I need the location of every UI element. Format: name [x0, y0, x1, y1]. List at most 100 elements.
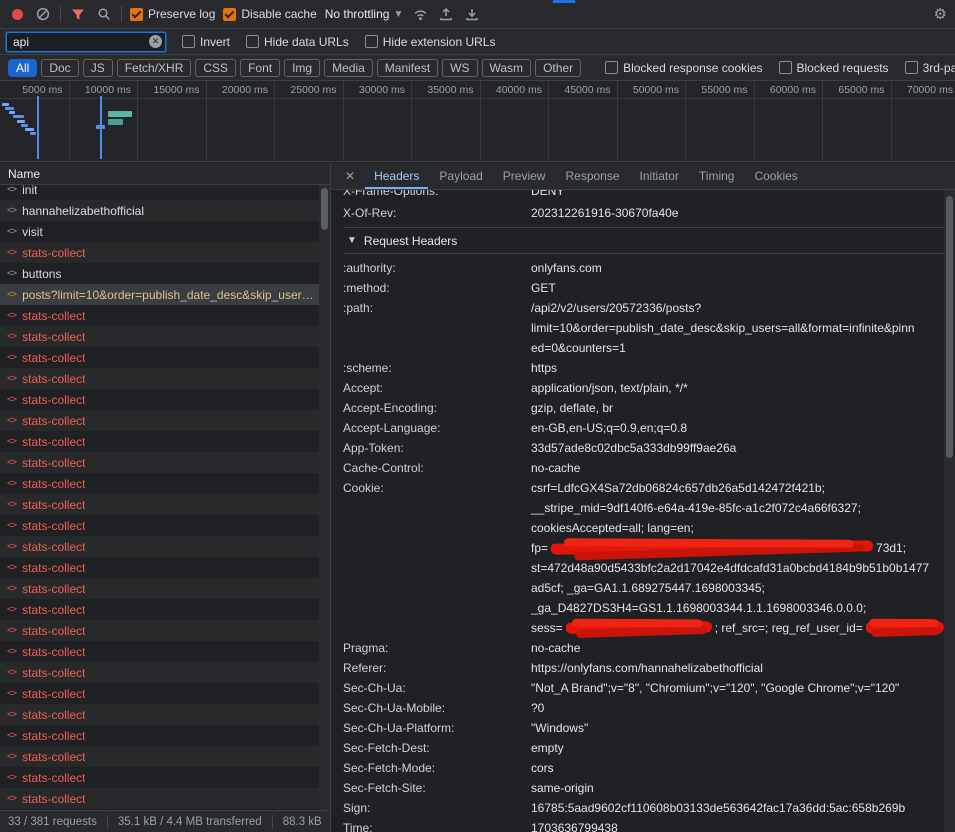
timeline-label: 20000 ms [204, 84, 268, 96]
type-filter-manifest[interactable]: Manifest [377, 59, 438, 77]
request-row[interactable]: <>stats-collect [0, 431, 330, 452]
search-button[interactable] [95, 5, 113, 23]
filter-input[interactable] [6, 32, 166, 52]
request-row[interactable]: <>stats-collect [0, 515, 330, 536]
details-scrollbar[interactable] [944, 190, 955, 832]
type-filter-all[interactable]: All [8, 59, 37, 77]
settings-gear-icon[interactable]: ⚙ [934, 7, 947, 22]
timeline-label: 30000 ms [341, 84, 405, 96]
preserve-log-checkbox[interactable]: Preserve log [130, 7, 215, 21]
header-row: Sec-Ch-Ua:"Not_A Brand";v="8", "Chromium… [343, 678, 944, 698]
type-filter-ws[interactable]: WS [442, 59, 477, 77]
request-row[interactable]: <>stats-collect [0, 704, 330, 725]
filter-toggle-button[interactable] [69, 5, 87, 23]
tab-cookies[interactable]: Cookies [745, 163, 806, 189]
type-filter-js[interactable]: JS [83, 59, 113, 77]
hide-data-urls-checkbox[interactable]: Hide data URLs [246, 35, 349, 49]
name-column-header[interactable]: Name [0, 163, 330, 185]
type-filter-wasm[interactable]: Wasm [482, 59, 532, 77]
blocked-requests-checkbox[interactable]: Blocked requests [779, 61, 889, 75]
request-row[interactable]: <>stats-collect [0, 536, 330, 557]
request-row[interactable]: <>stats-collect [0, 788, 330, 809]
request-row[interactable]: <>stats-collect [0, 326, 330, 347]
header-value-text: 73d1; [876, 541, 906, 555]
request-row[interactable]: <>stats-collect [0, 620, 330, 641]
request-row[interactable]: <>buttons [0, 263, 330, 284]
network-conditions-button[interactable] [411, 5, 429, 23]
type-filter-img[interactable]: Img [284, 59, 320, 77]
tab-initiator[interactable]: Initiator [631, 163, 688, 189]
3rd-party-requests-checkbox[interactable]: 3rd-party requests [905, 61, 955, 75]
request-list-scrollbar[interactable] [319, 185, 330, 810]
transferred-size: 35.1 kB / 4.4 MB transferred [118, 816, 262, 828]
type-filter-media[interactable]: Media [324, 59, 373, 77]
scrollbar-thumb[interactable] [946, 196, 953, 458]
tab-payload[interactable]: Payload [430, 163, 491, 189]
request-row[interactable]: <>stats-collect [0, 368, 330, 389]
script-file-icon: <> [7, 772, 16, 783]
request-row[interactable]: <>hannahelizabethofficial [0, 200, 330, 221]
clear-filter-icon[interactable]: ✕ [149, 35, 162, 48]
tab-response[interactable]: Response [556, 163, 628, 189]
request-row[interactable]: <>stats-collect [0, 494, 330, 515]
request-name: stats-collect [22, 708, 85, 722]
disable-cache-checkbox[interactable]: Disable cache [223, 7, 316, 21]
request-row[interactable]: <>stats-collect [0, 473, 330, 494]
type-filter-doc[interactable]: Doc [41, 59, 78, 77]
close-icon[interactable]: ✕ [337, 169, 363, 183]
throttling-dropdown[interactable]: No throttling ▼ [325, 7, 404, 21]
type-filter-fetch-xhr[interactable]: Fetch/XHR [117, 59, 192, 77]
request-row[interactable]: <>stats-collect [0, 410, 330, 431]
request-row[interactable]: <>stats-collect [0, 347, 330, 368]
header-value-line: cookiesAccepted=all; lang=en; [531, 518, 944, 538]
network-toolbar: Preserve log Disable cache No throttling… [0, 0, 955, 29]
request-row[interactable]: <>stats-collect [0, 599, 330, 620]
request-row[interactable]: <>visit [0, 221, 330, 242]
resources-size: 88.3 kB [283, 816, 322, 828]
request-row[interactable]: <>stats-collect [0, 389, 330, 410]
request-row[interactable]: <>stats-collect [0, 746, 330, 767]
request-row[interactable]: <>stats-collect [0, 242, 330, 263]
export-har-button[interactable] [463, 5, 481, 23]
scrollbar-thumb[interactable] [321, 188, 328, 230]
header-value-text: cors [531, 761, 554, 775]
header-value-text: 1703636799438 [531, 821, 618, 832]
checkbox-label: Hide data URLs [264, 35, 349, 49]
request-row[interactable]: <>stats-collect [0, 767, 330, 788]
request-row[interactable]: <>stats-collect [0, 683, 330, 704]
import-har-button[interactable] [437, 5, 455, 23]
clear-button[interactable] [34, 5, 52, 23]
checkbox-box [223, 8, 236, 21]
type-filter-css[interactable]: CSS [195, 59, 236, 77]
request-headers-section[interactable]: ▼ Request Headers [343, 228, 944, 254]
hide-extension-urls-checkbox[interactable]: Hide extension URLs [365, 35, 496, 49]
tab-preview[interactable]: Preview [494, 163, 555, 189]
type-filter-other[interactable]: Other [535, 59, 581, 77]
request-row[interactable]: <>init [0, 185, 330, 200]
tab-headers[interactable]: Headers [365, 163, 428, 189]
request-row[interactable]: <>stats-collect [0, 557, 330, 578]
blocked-response-cookies-checkbox[interactable]: Blocked response cookies [605, 61, 762, 75]
request-name: stats-collect [22, 582, 85, 596]
request-row[interactable]: <>posts?limit=10&order=publish_date_desc… [0, 284, 330, 305]
request-row[interactable]: <>stats-collect [0, 452, 330, 473]
checkbox-label: Disable cache [241, 7, 316, 21]
request-row[interactable]: <>stats-collect [0, 305, 330, 326]
tab-timing[interactable]: Timing [690, 163, 744, 189]
request-row[interactable]: <>stats-collect [0, 641, 330, 662]
timeline-label: 15000 ms [136, 84, 200, 96]
request-row[interactable]: <>stats-collect [0, 578, 330, 599]
header-name: Referer: [343, 658, 531, 678]
header-value-text: https [531, 361, 557, 375]
request-row[interactable]: <>stats-collect [0, 725, 330, 746]
script-file-icon: <> [7, 310, 16, 321]
type-filter-font[interactable]: Font [240, 59, 280, 77]
invert-checkbox[interactable]: Invert [182, 35, 230, 49]
detail-tabs: ✕ HeadersPayloadPreviewResponseInitiator… [331, 163, 955, 190]
record-button[interactable] [8, 5, 26, 23]
timeline-overview[interactable]: 5000 ms10000 ms15000 ms20000 ms25000 ms3… [0, 81, 955, 162]
request-row[interactable]: <>stats-collect [0, 662, 330, 683]
header-row: Cookie:csrf=LdfcGX4Sa72db06824c657db26a5… [343, 478, 944, 638]
network-main: Name <>init<>hannahelizabethofficial<>vi… [0, 163, 955, 832]
header-name: Sec-Ch-Ua-Mobile: [343, 698, 531, 718]
